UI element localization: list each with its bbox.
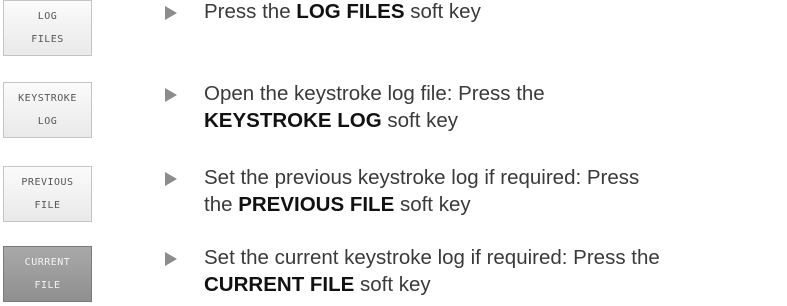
instruction-text: soft key xyxy=(381,109,459,132)
triangle-right-icon xyxy=(165,252,177,266)
triangle-right-icon xyxy=(165,6,177,20)
softkey-label-line1: CURRENT xyxy=(24,257,71,268)
softkey-name: PREVIOUS FILE xyxy=(238,193,395,216)
current-file-softkey[interactable]: CURRENT FILE xyxy=(3,246,92,302)
softkey-label-line2: FILE xyxy=(34,200,61,211)
step-instruction: Press the LOG FILES soft key xyxy=(204,0,784,25)
step-instruction: Set the previous keystroke log if requir… xyxy=(204,164,784,218)
step-instruction: Set the current keystroke log if require… xyxy=(204,244,784,298)
instruction-text: the xyxy=(204,193,239,216)
previous-file-softkey[interactable]: PREVIOUS FILE xyxy=(3,166,92,222)
softkey-label-line2: FILE xyxy=(34,280,61,291)
keystroke-log-softkey[interactable]: KEYSTROKE LOG xyxy=(3,82,92,138)
softkey-label-line1: KEYSTROKE xyxy=(18,93,77,104)
softkey-label-line1: LOG xyxy=(37,11,58,22)
softkey-label-line1: PREVIOUS xyxy=(21,177,74,188)
triangle-right-icon xyxy=(165,172,177,186)
log-files-softkey[interactable]: LOG FILES xyxy=(3,0,92,56)
softkey-name: KEYSTROKE LOG xyxy=(204,109,382,132)
instruction-text: Press the xyxy=(204,0,297,23)
instruction-text: Open the keystroke log file: Press the xyxy=(204,82,545,105)
instruction-text: soft key xyxy=(354,273,431,296)
instruction-text: soft key xyxy=(404,0,481,23)
softkey-name: CURRENT FILE xyxy=(204,273,355,296)
softkey-label-line2: FILES xyxy=(31,34,64,45)
step-instruction: Open the keystroke log file: Press the KE… xyxy=(204,80,784,134)
instruction-text: soft key xyxy=(394,193,471,216)
softkey-name: LOG FILES xyxy=(296,0,405,23)
instruction-text: Set the previous keystroke log if requir… xyxy=(204,166,640,189)
triangle-right-icon xyxy=(165,88,177,102)
instruction-text: Set the current keystroke log if require… xyxy=(204,246,660,269)
softkey-label-line2: LOG xyxy=(37,116,58,127)
